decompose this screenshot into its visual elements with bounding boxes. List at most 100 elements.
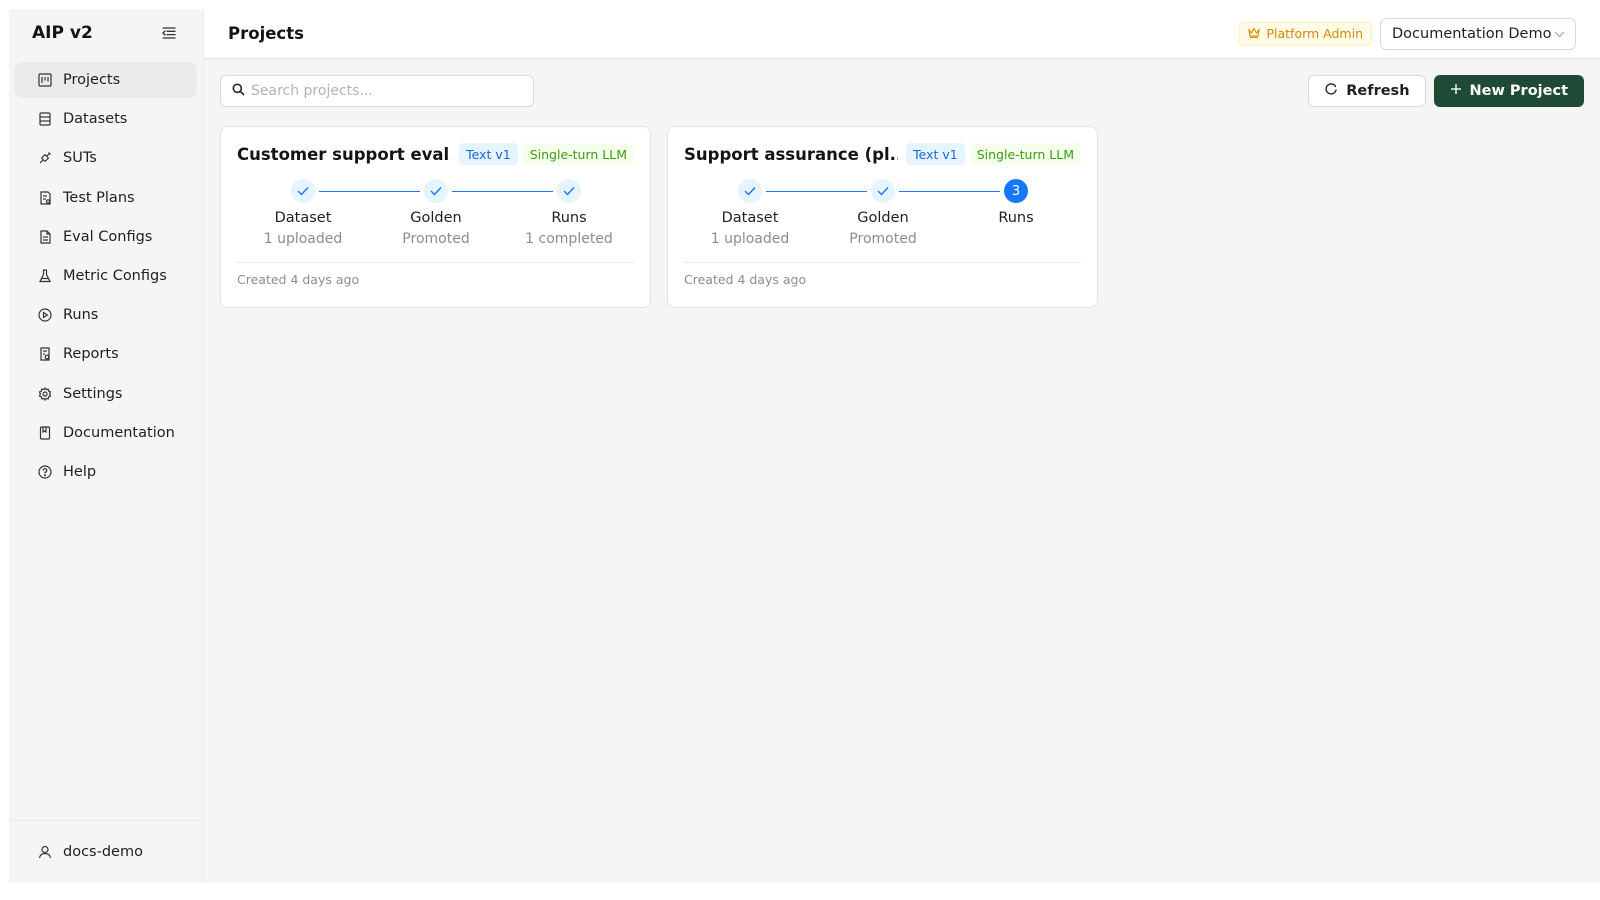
check-icon (738, 179, 762, 203)
sidebar-item-label: Documentation (63, 424, 175, 441)
page-title: Projects (228, 24, 304, 43)
sidebar-item-projects[interactable]: Projects (14, 62, 197, 98)
eval-configs-icon (37, 229, 53, 245)
project-cards: Customer support eval... Text v1 Single-… (220, 126, 1098, 308)
sidebar-item-datasets[interactable]: Datasets (14, 101, 197, 137)
sidebar-item-runs[interactable]: Runs (14, 297, 197, 333)
sidebar-item-reports[interactable]: Reports (14, 336, 197, 372)
task-type-tag: Single-turn LLM (969, 143, 1081, 165)
sidebar: AIP v2 Projects Datasets SUTs Test Plans… (9, 9, 204, 883)
project-progress-steps: Dataset 1 uploaded Golden Promoted Runs … (237, 179, 634, 259)
step-runs[interactable]: Runs 1 completed (514, 179, 624, 247)
step-dataset[interactable]: Dataset 1 uploaded (695, 179, 805, 247)
project-card[interactable]: Support assurance (pl... Text v1 Single-… (667, 126, 1098, 308)
sidebar-item-metric-configs[interactable]: Metric Configs (14, 258, 197, 294)
project-created-at: Created 4 days ago (684, 262, 1081, 287)
project-title[interactable]: Support assurance (pl... (684, 145, 898, 164)
step-description: Promoted (849, 231, 917, 247)
username: docs-demo (63, 844, 143, 860)
help-icon (37, 464, 53, 480)
sidebar-nav: Projects Datasets SUTs Test Plans Eval C… (9, 56, 203, 490)
projects-icon (37, 72, 53, 88)
check-icon (291, 179, 315, 203)
sidebar-item-label: Runs (63, 307, 99, 324)
top-bar: Projects Platform Admin Documentation De… (204, 9, 1600, 59)
step-label: Golden (410, 210, 462, 226)
test-plans-icon (37, 190, 53, 206)
main-content: Projects Platform Admin Documentation De… (204, 9, 1600, 883)
step-label: Runs (998, 210, 1034, 226)
runs-icon (37, 307, 53, 323)
search-input[interactable] (251, 83, 521, 99)
step-description: 1 uploaded (263, 231, 343, 247)
refresh-button-label: Refresh (1346, 83, 1410, 99)
datasets-icon (37, 111, 53, 127)
sidebar-item-label: Metric Configs (63, 267, 167, 284)
platform-admin-badge: Platform Admin (1239, 21, 1372, 46)
workspace-select[interactable]: Documentation Demo (1380, 17, 1576, 50)
step-description: 1 uploaded (710, 231, 790, 247)
sidebar-item-help[interactable]: Help (14, 454, 197, 490)
step-label: Dataset (721, 210, 779, 226)
sidebar-item-label: Reports (63, 346, 119, 363)
plus-icon (1450, 83, 1462, 99)
sidebar-item-settings[interactable]: Settings (14, 376, 197, 412)
step-description: Promoted (402, 231, 470, 247)
collapse-sidebar-icon[interactable] (159, 23, 179, 43)
step-label: Golden (857, 210, 909, 226)
check-icon (424, 179, 448, 203)
sidebar-item-label: Settings (63, 385, 123, 402)
projects-toolbar: Refresh New Project (220, 75, 1584, 107)
sidebar-item-label: Projects (63, 72, 121, 88)
workspace-select-value: Documentation Demo (1392, 25, 1552, 42)
app-shell: AIP v2 Projects Datasets SUTs Test Plans… (9, 9, 1600, 883)
modality-tag: Text v1 (459, 143, 518, 165)
step-description: 1 completed (525, 231, 613, 247)
sidebar-item-suts[interactable]: SUTs (14, 140, 197, 176)
app-title: AIP v2 (32, 22, 93, 43)
crown-icon (1248, 26, 1261, 41)
toolbar-actions: Refresh New Project (1308, 75, 1584, 107)
project-card-header: Customer support eval... Text v1 Single-… (237, 143, 634, 165)
step-label: Runs (551, 210, 587, 226)
project-title[interactable]: Customer support eval... (237, 145, 451, 164)
project-card-header: Support assurance (pl... Text v1 Single-… (684, 143, 1081, 165)
step-number-badge: 3 (1004, 179, 1028, 203)
search-icon (232, 83, 245, 100)
step-label: Dataset (274, 210, 332, 226)
sidebar-item-label: Help (63, 463, 97, 480)
new-project-button[interactable]: New Project (1433, 75, 1584, 107)
documentation-icon (37, 425, 53, 441)
refresh-button[interactable]: Refresh (1308, 75, 1426, 107)
suts-icon (37, 150, 53, 166)
new-project-button-label: New Project (1469, 83, 1568, 99)
sidebar-item-eval-configs[interactable]: Eval Configs (14, 219, 197, 255)
sidebar-item-documentation[interactable]: Documentation (14, 415, 197, 451)
user-menu[interactable]: docs-demo (9, 820, 203, 883)
sidebar-item-label: Eval Configs (63, 228, 153, 245)
sidebar-item-label: Test Plans (63, 189, 135, 206)
chevron-down-icon (1554, 26, 1565, 42)
step-golden[interactable]: Golden Promoted (828, 179, 938, 247)
reports-icon (37, 346, 53, 362)
settings-icon (37, 386, 53, 402)
task-type-tag: Single-turn LLM (522, 143, 634, 165)
refresh-icon (1324, 82, 1338, 100)
modality-tag: Text v1 (906, 143, 965, 165)
search-box (220, 75, 534, 107)
sidebar-item-label: Datasets (63, 111, 128, 128)
project-created-at: Created 4 days ago (237, 262, 634, 287)
sidebar-item-label: SUTs (63, 150, 97, 167)
user-icon (37, 844, 53, 860)
metric-configs-icon (37, 268, 53, 284)
step-golden[interactable]: Golden Promoted (381, 179, 491, 247)
brand-header: AIP v2 (9, 9, 203, 56)
step-dataset[interactable]: Dataset 1 uploaded (248, 179, 358, 247)
sidebar-item-test-plans[interactable]: Test Plans (14, 180, 197, 216)
project-progress-steps: Dataset 1 uploaded Golden Promoted 3 Run… (684, 179, 1081, 259)
topbar-actions: Platform Admin Documentation Demo (1239, 17, 1576, 50)
step-runs[interactable]: 3 Runs (961, 179, 1071, 231)
check-icon (557, 179, 581, 203)
project-card[interactable]: Customer support eval... Text v1 Single-… (220, 126, 651, 308)
check-icon (871, 179, 895, 203)
